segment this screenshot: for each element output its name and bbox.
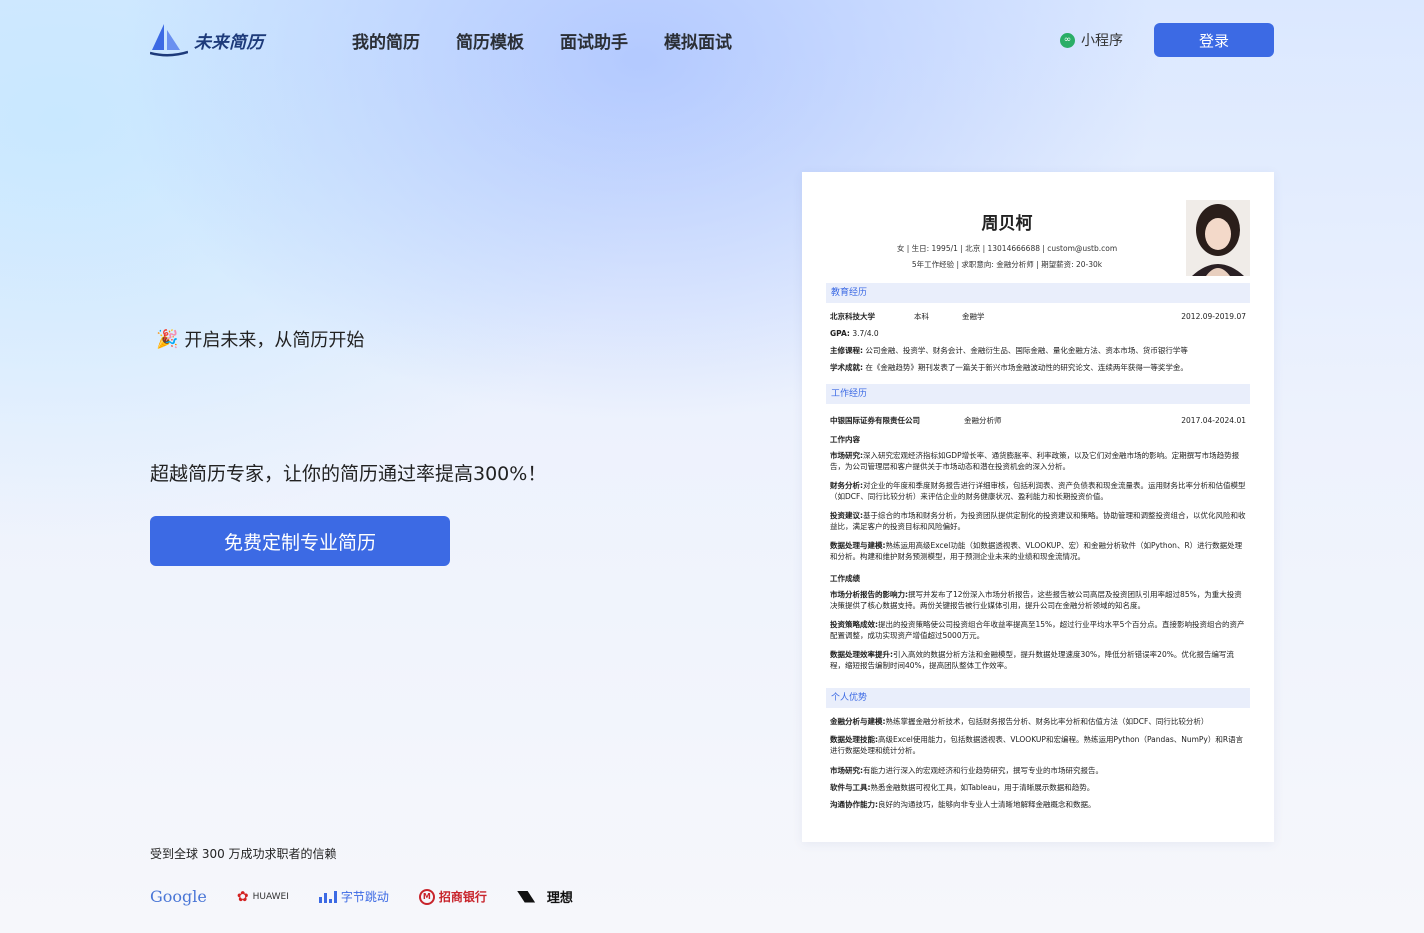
lixiang-mark-icon bbox=[516, 890, 536, 903]
education-period: 2012.09-2019.07 bbox=[1181, 312, 1246, 321]
mini-program-icon: ∞ bbox=[1060, 32, 1075, 48]
work-item: 投资建议:基于综合的市场和财务分析，为投资团队提供定制化的投资建议和策略。协助管… bbox=[830, 511, 1246, 531]
brand-logos: Google ✿ HUAWEI 字节跳动 M 招商银行 理想 bbox=[150, 887, 573, 906]
party-popper-icon: 🎉 bbox=[156, 328, 179, 350]
work-item: 财务分析:对企业的年度和季度财务报告进行详细审核，包括利润表、资产负债表和现金流… bbox=[830, 481, 1246, 501]
hero-headline: 超越简历专家，让你的简历通过率提高300%！ bbox=[150, 463, 547, 485]
education-degree: 本科 bbox=[914, 312, 929, 321]
nav-links: 我的简历 简历模板 面试助手 模拟面试 bbox=[352, 28, 732, 53]
education-courses: 主修课程: 公司金融、投资学、财务会计、金融衍生品、国际金融、量化金融方法、资本… bbox=[830, 346, 1188, 355]
work-item: 数据处理与建模:熟练运用高级Excel功能（如数据透视表、VLOOKUP、宏）和… bbox=[830, 541, 1243, 561]
mini-program-link[interactable]: ∞ 小程序 bbox=[1060, 30, 1123, 50]
bytedance-bars-icon bbox=[318, 890, 337, 903]
work-company: 中银国际证券有限责任公司 bbox=[830, 416, 920, 425]
education-row: 北京科技大学 本科 金融学 2012.09-2019.07 bbox=[830, 312, 1246, 323]
education-gpa: GPA: 3.7/4.0 bbox=[830, 329, 879, 338]
resume-name: 周贝柯 bbox=[981, 214, 1033, 234]
strength-item: 软件与工具:熟悉金融数据可视化工具，如Tableau，用于清晰展示数据和趋势。 bbox=[830, 783, 1095, 792]
nav-my-resume[interactable]: 我的简历 bbox=[352, 28, 420, 53]
lixiang-logo: 理想 bbox=[516, 887, 573, 906]
resume-avatar bbox=[1186, 200, 1250, 276]
google-logo: Google bbox=[150, 887, 207, 906]
section-strengths-title: 个人优势 bbox=[826, 688, 1250, 708]
brand-logo[interactable]: 未来简历 bbox=[150, 22, 264, 58]
cmb-logo: M 招商银行 bbox=[418, 888, 487, 905]
mini-program-label: 小程序 bbox=[1081, 33, 1123, 49]
strength-item: 沟通协作能力:良好的沟通技巧，能够向非专业人士清晰地解释金融概念和数据。 bbox=[830, 800, 1096, 809]
huawei-logo: ✿ HUAWEI bbox=[236, 888, 289, 905]
strength-item: 市场研究:有能力进行深入的宏观经济和行业趋势研究，撰写专业的市场研究报告。 bbox=[830, 766, 1103, 775]
work-content-label: 工作内容 bbox=[830, 435, 860, 444]
nav-mock-interview[interactable]: 模拟面试 bbox=[664, 28, 732, 53]
work-period: 2017.04-2024.01 bbox=[1181, 416, 1246, 425]
bytedance-logo: 字节跳动 bbox=[318, 888, 389, 905]
huawei-flower-icon: ✿ bbox=[236, 888, 249, 905]
brand-name: 未来简历 bbox=[194, 32, 264, 53]
work-item: 市场研究:深入研究宏观经济指标如GDP增长率、通货膨胀率、利率政策，以及它们对金… bbox=[830, 451, 1240, 471]
cmb-circle-icon: M bbox=[418, 888, 435, 905]
education-major: 金融学 bbox=[962, 312, 985, 321]
work-row: 中银国际证券有限责任公司 金融分析师 2017.04-2024.01 bbox=[830, 416, 1246, 427]
section-work-title: 工作经历 bbox=[826, 384, 1250, 404]
trust-statement: 受到全球 300 万成功求职者的信赖 bbox=[150, 847, 337, 861]
login-button[interactable]: 登录 bbox=[1154, 23, 1274, 57]
work-result: 市场分析报告的影响力:撰写并发布了12份深入市场分析报告，这些报告被公司高层及投… bbox=[830, 590, 1242, 610]
work-result: 数据处理效率提升:引入高效的数据分析方法和金融模型，提升数据处理速度30%，降低… bbox=[830, 650, 1234, 670]
strength-item: 数据处理技能:高级Excel使用能力，包括数据透视表、VLOOKUP和宏编程。熟… bbox=[830, 735, 1244, 755]
work-role: 金融分析师 bbox=[964, 416, 1002, 425]
sailboat-icon bbox=[150, 24, 188, 57]
education-honors: 学术成就: 在《金融趋势》期刊发表了一篇关于新兴市场金融波动性的研究论文、连续两… bbox=[830, 363, 1188, 372]
portrait-image bbox=[1186, 200, 1250, 276]
nav-interview-assistant[interactable]: 面试助手 bbox=[560, 28, 628, 53]
strength-item: 金融分析与建模:熟练掌握金融分析技术，包括财务报告分析、财务比率分析和估值方法（… bbox=[830, 717, 1209, 726]
free-custom-resume-button[interactable]: 免费定制专业简历 bbox=[150, 516, 450, 566]
hero-tagline: 🎉 开启未来，从简历开始 bbox=[156, 326, 364, 352]
work-results-label: 工作成绩 bbox=[830, 574, 860, 583]
education-school: 北京科技大学 bbox=[830, 312, 875, 321]
resume-target-info: 5年工作经验 | 求职意向: 金融分析师 | 期望薪资: 20-30k bbox=[911, 260, 1103, 269]
work-result: 投资策略成效:提出的投资策略使公司投资组合年收益率提高至15%，超过行业平均水平… bbox=[830, 620, 1245, 640]
nav-resume-templates[interactable]: 简历模板 bbox=[456, 28, 524, 53]
top-nav: 未来简历 我的简历 简历模板 面试助手 模拟面试 ∞ 小程序 登录 bbox=[0, 0, 1424, 80]
section-education-title: 教育经历 bbox=[826, 283, 1250, 303]
tagline-text: 开启未来，从简历开始 bbox=[184, 330, 365, 351]
resume-basic-info: 女 | 生日: 1995/1 | 北京 | 13014666688 | cust… bbox=[896, 244, 1118, 253]
resume-preview[interactable]: 周贝柯 女 | 生日: 1995/1 | 北京 | 13014666688 | … bbox=[802, 172, 1274, 842]
